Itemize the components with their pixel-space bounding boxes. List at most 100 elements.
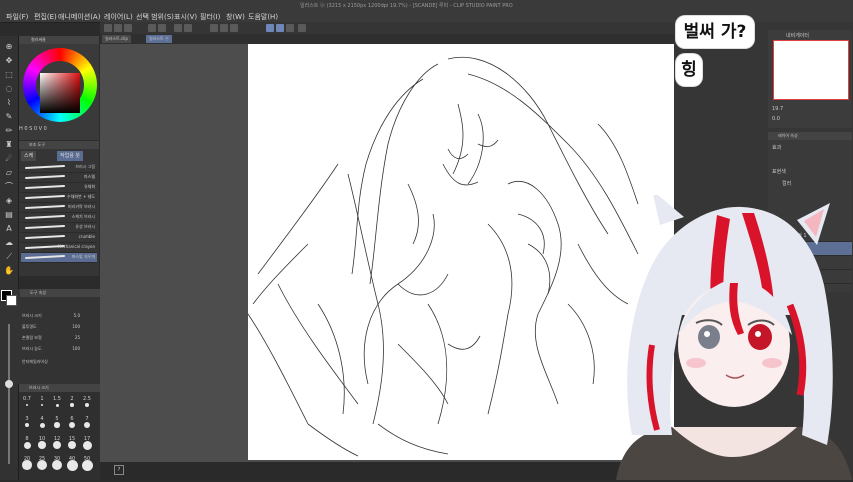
expression-color-select[interactable]: 컬러 (782, 180, 791, 187)
snap-grid-icon[interactable] (286, 24, 294, 32)
brush-item[interactable]: crumble (21, 233, 97, 243)
lasso-icon[interactable]: ◌ (4, 84, 14, 94)
brush-size-dot[interactable] (38, 441, 46, 449)
brush-size-dot[interactable] (39, 422, 45, 428)
prop-stabilization[interactable]: 손떨림 보정 25 (22, 333, 98, 342)
effect-label: 효과 (772, 145, 782, 151)
tab-illustration[interactable]: 일러스트.clip (102, 35, 131, 43)
blend-icon[interactable]: ⌒ (4, 182, 14, 192)
snap-ruler-icon[interactable] (266, 24, 274, 32)
menu-selection[interactable]: 선택 범위(S) (136, 12, 174, 22)
sub-color-swatch[interactable] (6, 295, 17, 306)
brush-size-dot[interactable] (24, 422, 30, 428)
clear-icon[interactable] (174, 24, 182, 32)
drawing-canvas[interactable] (247, 44, 674, 460)
brush-item[interactable]: Mechanical crayon (21, 243, 97, 253)
brush-size-dot[interactable] (40, 403, 44, 407)
ruler-icon[interactable]: ⟋ (4, 252, 14, 262)
brush-item[interactable]: 스케치 브러시 (21, 213, 97, 223)
invert-selection-icon[interactable] (230, 24, 238, 32)
subtool-tab-sketch[interactable]: 스케 (21, 151, 37, 161)
brush-icon[interactable]: ♜ (4, 140, 14, 150)
airbrush-icon[interactable]: ☄ (4, 154, 14, 164)
brush-size-label: 20 (23, 456, 31, 462)
open-icon[interactable] (114, 24, 122, 32)
color-panel-header: 컬러써클 (19, 36, 99, 44)
undo-icon[interactable] (148, 24, 156, 32)
menu-file[interactable]: 파일(F) (6, 12, 28, 22)
brush-size-label: 12 (53, 436, 61, 442)
tab-illustration-active[interactable]: 일러스트 ⓟ (146, 35, 172, 43)
redo-icon[interactable] (158, 24, 166, 32)
navigator-zoom[interactable]: 19.7 (772, 106, 783, 112)
menu-layer[interactable]: 레이어(L) (104, 12, 133, 22)
canvas-area[interactable] (100, 44, 674, 464)
menu-help[interactable]: 도움말(H) (248, 12, 278, 22)
zoom-icon[interactable]: ⊕ (4, 42, 14, 52)
help-icon[interactable]: ? (114, 465, 124, 475)
color-wheel-panel: 컬러써클 H 0 S 0 V 0 (19, 36, 99, 140)
subtool-panel: 보조 도구 스케 작업용 붓 브러시 그림 파스텔 유채화 수채화붓 + 쉐도 … (19, 141, 99, 276)
chat-bubble: 벌써 가? (676, 16, 754, 48)
saturation-value-square[interactable] (40, 73, 80, 113)
brush-item[interactable]: 유채화 (21, 183, 97, 193)
menu-filter[interactable]: 필터(I) (200, 12, 220, 22)
brush-size-dot[interactable] (69, 422, 75, 428)
menu-animation[interactable]: 애니메이션(A) (58, 12, 100, 22)
menu-view[interactable]: 표시(V) (174, 12, 197, 22)
pen-icon[interactable]: ✎ (4, 112, 14, 122)
navigator-angle[interactable]: 0.0 (772, 116, 780, 122)
rotate-icon[interactable] (298, 24, 306, 32)
select-icon[interactable]: ⬚ (4, 70, 14, 80)
pencil-icon[interactable]: ✏ (4, 126, 14, 136)
menu-edit[interactable]: 편집(E) (34, 12, 57, 22)
brush-size-label: 50 (83, 456, 91, 462)
brush-item[interactable]: 수채화붓 + 쉐도 (21, 193, 97, 203)
brush-size-dot[interactable] (53, 441, 61, 449)
vtuber-avatar (612, 190, 853, 480)
brush-size-slider[interactable] (2, 320, 16, 470)
deselect-icon[interactable] (220, 24, 228, 32)
hue-ring[interactable] (23, 48, 97, 122)
brush-size-dot[interactable] (55, 403, 59, 407)
brush-size-dot[interactable] (83, 421, 91, 429)
brush-size-dot[interactable] (23, 441, 31, 449)
transform-icon[interactable] (210, 24, 218, 32)
brush-item[interactable]: 유성 브러시 (21, 223, 97, 233)
gradient-icon[interactable]: ▤ (4, 210, 14, 220)
menu-window[interactable]: 창(W) (226, 12, 245, 22)
save-icon[interactable] (124, 24, 132, 32)
chat-bubble: 힝 (676, 54, 702, 86)
prop-opacity[interactable]: 불투명도 100 (22, 322, 98, 331)
prop-brush-density[interactable]: 브러시 농도 100 (22, 344, 98, 353)
balloon-icon[interactable]: ☁ (4, 238, 14, 248)
brush-size-dot[interactable] (26, 404, 28, 406)
fill-icon[interactable] (184, 24, 192, 32)
brush-size-label: 5 (55, 416, 59, 422)
brush-item[interactable]: 파스텔 (21, 173, 97, 183)
subtool-tab-brush[interactable]: 작업용 붓 (57, 151, 83, 161)
new-icon[interactable] (104, 24, 112, 32)
brush-size-label: 15 (68, 436, 76, 442)
move-icon[interactable]: ✥ (4, 56, 14, 66)
brush-size-label: 3 (25, 416, 29, 422)
document-tabs: 일러스트.clip 일러스트 ⓟ (100, 34, 680, 44)
layer-props-header: 레이어 속성 (768, 132, 852, 140)
brush-item-selected[interactable]: 퍼스맞 지우개 (21, 253, 97, 263)
brush-size-dot[interactable] (54, 422, 60, 428)
eraser-icon[interactable]: ▱ (4, 168, 14, 178)
hand-icon[interactable]: ✋ (4, 266, 14, 276)
brush-size-dot[interactable] (67, 440, 77, 450)
brush-item[interactable]: 머리카락 브러시 (21, 203, 97, 213)
brush-size-dot[interactable] (85, 403, 89, 407)
brush-size-dot[interactable] (70, 403, 74, 407)
snap-special-ruler-icon[interactable] (276, 24, 284, 32)
prop-antialias[interactable]: 안티에일리어싱 (22, 357, 98, 366)
prop-brush-size[interactable]: 브러시 크기 5.0 (22, 311, 98, 320)
fill-bucket-icon[interactable]: ◈ (4, 196, 14, 206)
brush-item[interactable]: 브러시 그림 (21, 163, 97, 173)
text-icon[interactable]: A (4, 224, 14, 234)
expression-color-label: 표현색 (772, 169, 786, 175)
eyedropper-icon[interactable]: ⌇ (4, 98, 14, 108)
navigator-thumbnail[interactable] (773, 40, 849, 100)
